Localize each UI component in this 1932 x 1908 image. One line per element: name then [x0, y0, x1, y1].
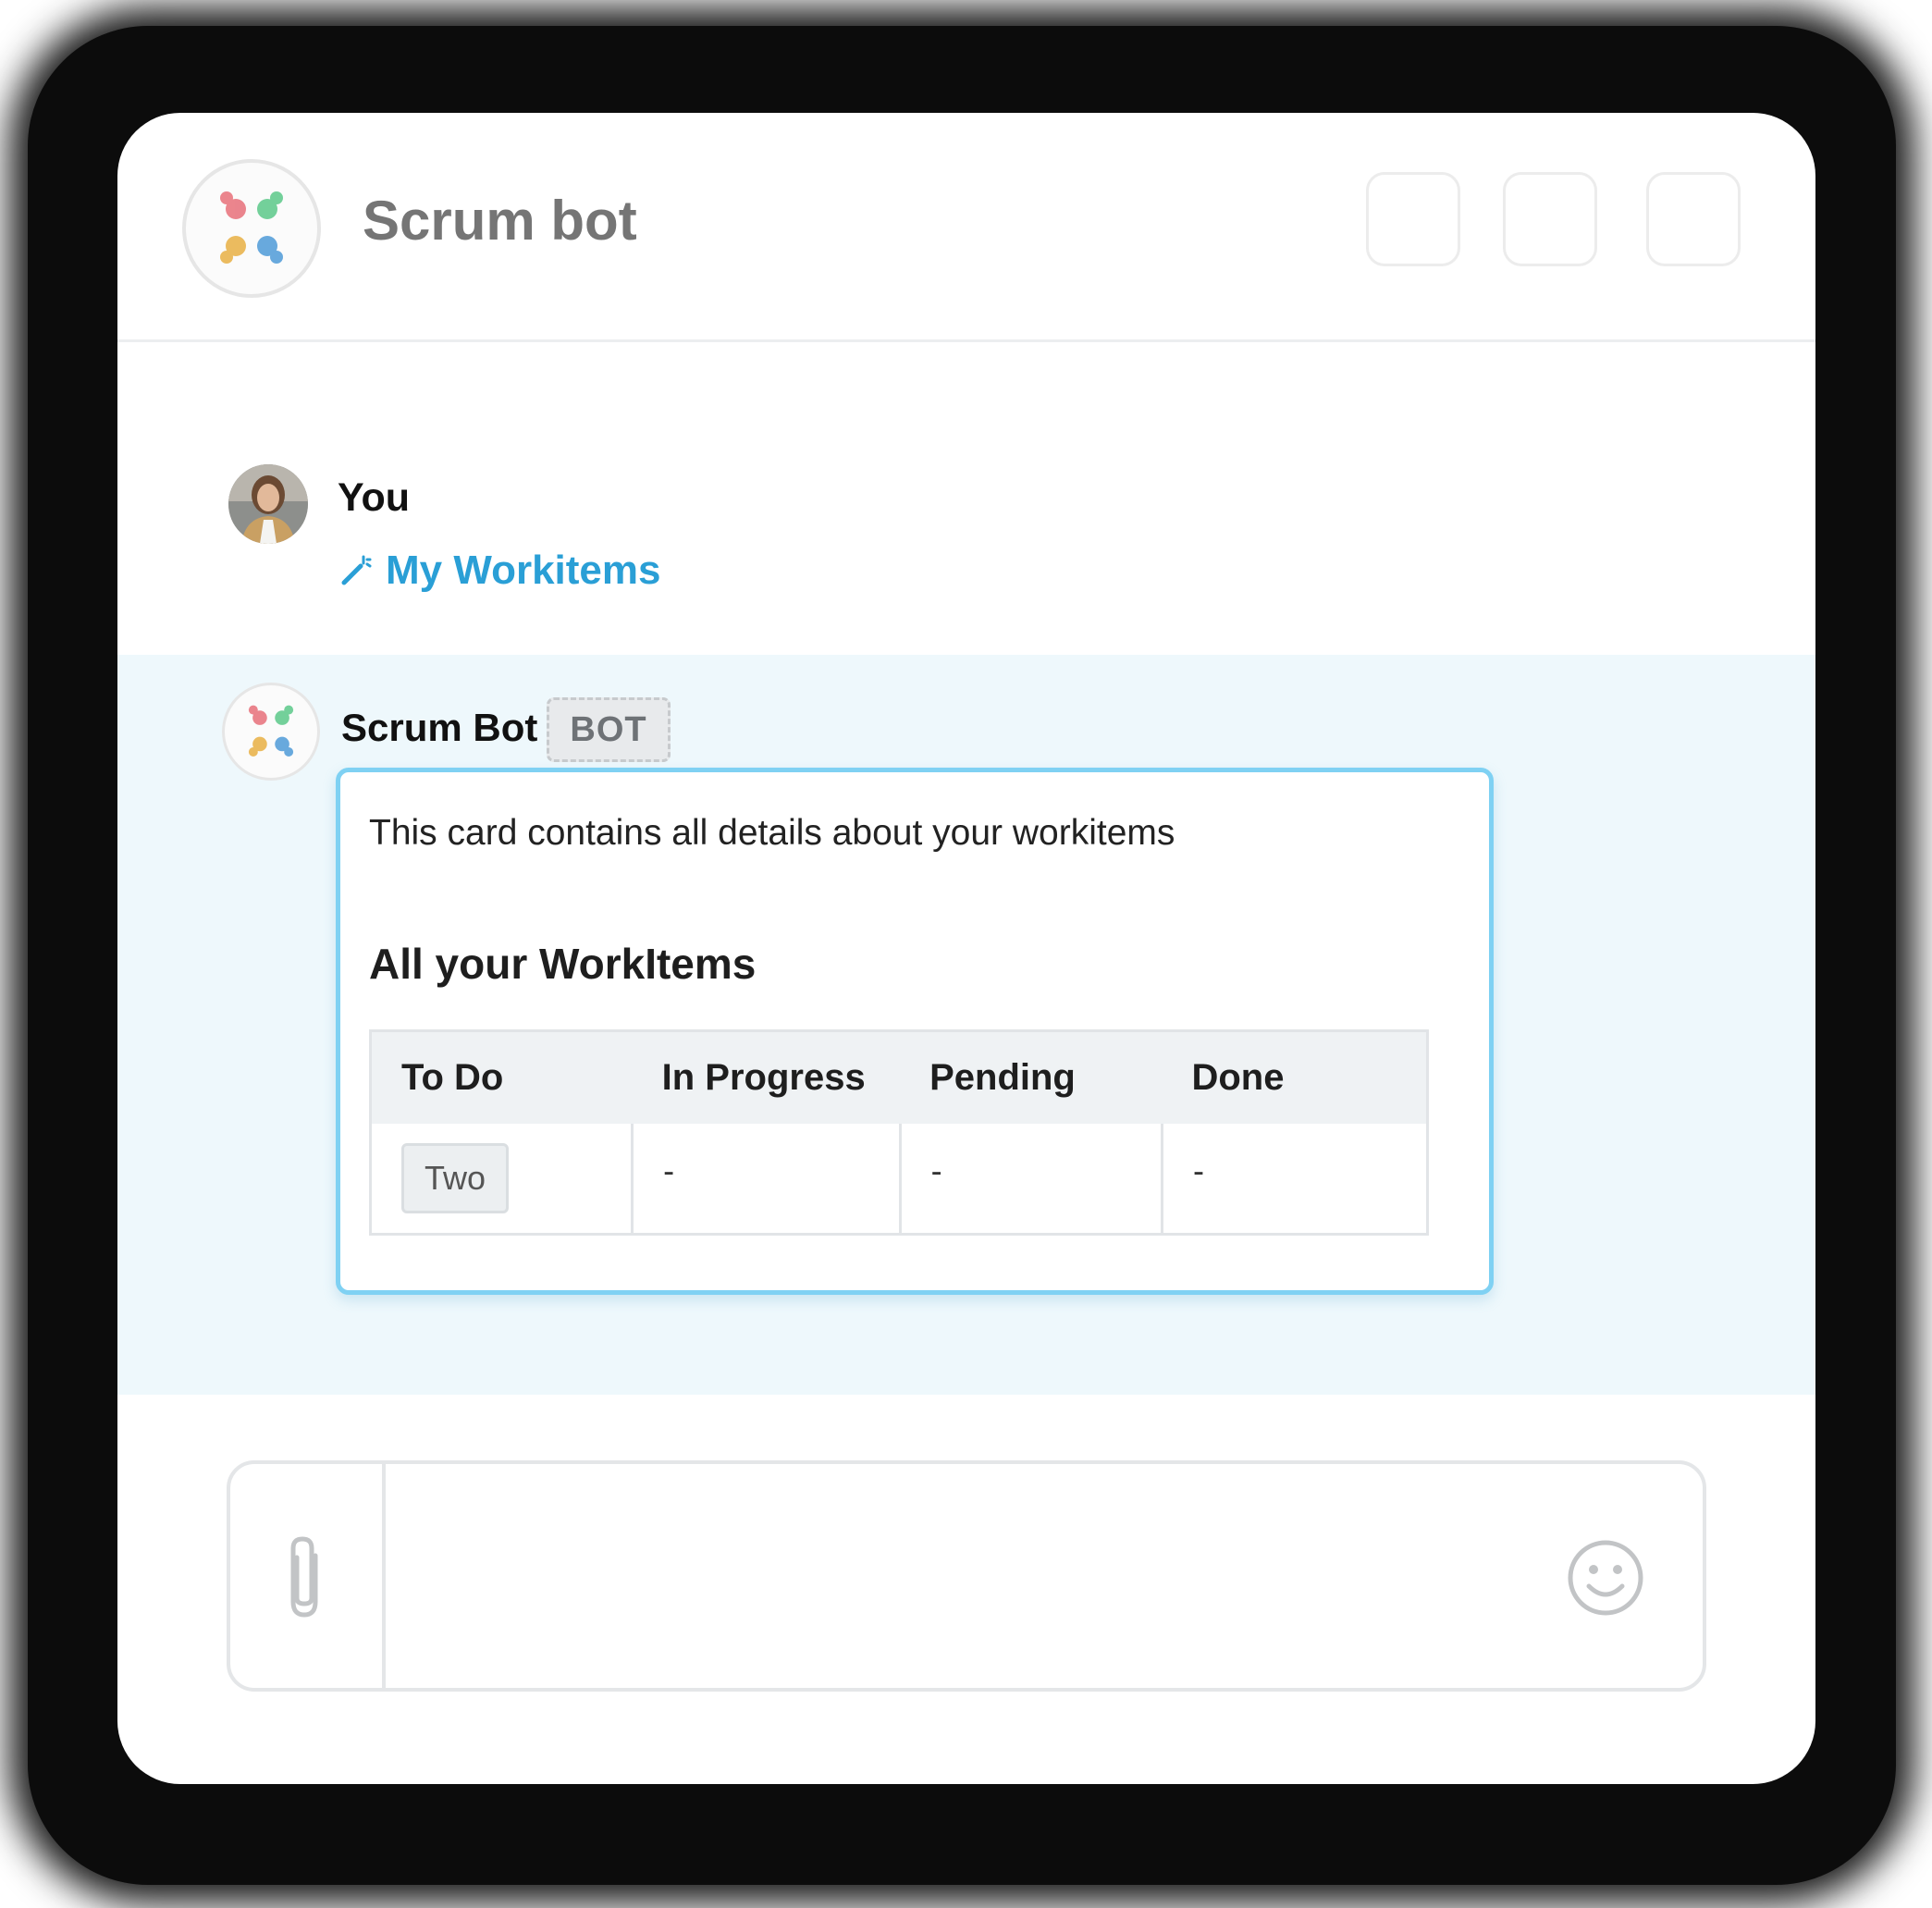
workitems-card: This card contains all details about you… [336, 768, 1494, 1295]
paperclip-icon [290, 1536, 318, 1618]
cell-pending: - [898, 1123, 1163, 1235]
sender-name-bot: Scrum Bot [341, 706, 538, 749]
column-header-pending: Pending [900, 1030, 1163, 1124]
header-button-1[interactable] [1366, 172, 1460, 266]
card-description: This card contains all details about you… [369, 813, 1175, 853]
attach-button[interactable] [230, 1464, 386, 1688]
message-composer [227, 1460, 1706, 1692]
window-title: Scrum bot [363, 190, 637, 252]
workitems-table: To Do In Progress Pending Done Two - - - [369, 1029, 1429, 1236]
table-row: Two - - - [371, 1123, 1428, 1235]
header-button-2[interactable] [1503, 172, 1597, 266]
magic-wand-icon [341, 555, 372, 585]
column-header-to-do: To Do [370, 1030, 633, 1124]
my-workitems-label: My Workitems [386, 548, 661, 593]
sender-name-you: You [338, 475, 411, 520]
header-button-3[interactable] [1646, 172, 1741, 266]
chat-window: Scrum bot You My Workitems Scrum Bot BOT… [117, 113, 1815, 1784]
scrum-bot-avatar-icon [222, 683, 320, 781]
cell-to-do: Two [371, 1124, 633, 1235]
cell-done: - [1160, 1123, 1428, 1235]
workitem-chip[interactable]: Two [401, 1142, 510, 1213]
smiley-icon [1568, 1540, 1643, 1616]
cell-in-progress: - [631, 1123, 901, 1235]
card-heading: All your WorkItems [369, 940, 757, 988]
user-avatar [228, 464, 308, 544]
scrum-bot-logo-icon [182, 159, 321, 298]
my-workitems-command[interactable]: My Workitems [339, 548, 661, 594]
bot-badge: BOT [547, 697, 671, 762]
table-header-row: To Do In Progress Pending Done [370, 1030, 1428, 1124]
message-input[interactable] [406, 1501, 1520, 1651]
emoji-button[interactable] [1566, 1538, 1645, 1618]
column-header-done: Done [1162, 1030, 1428, 1124]
bot-message: Scrum Bot BOT This card contains all det… [117, 655, 1815, 1395]
chat-header: Scrum bot [117, 113, 1815, 342]
column-header-in-progress: In Progress [632, 1030, 901, 1124]
